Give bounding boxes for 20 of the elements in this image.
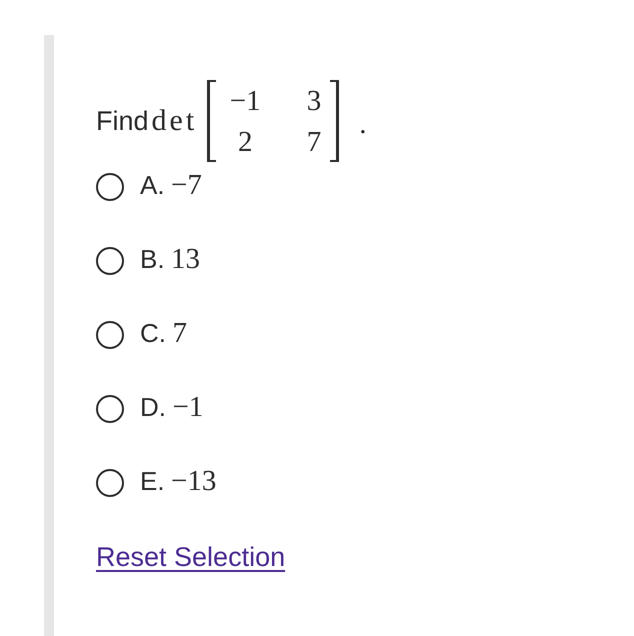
option-label: E. −13 [140, 464, 216, 498]
option-label: A. −7 [140, 168, 202, 202]
question-text: Find [96, 105, 149, 138]
matrix-entry: 3 [306, 86, 322, 116]
matrix-entry: 2 [238, 126, 252, 156]
option-label: D. −1 [140, 390, 204, 424]
option-label: B. 13 [140, 242, 200, 276]
option-label: C. 7 [140, 316, 187, 350]
sentence-period: . [359, 109, 366, 139]
radio-button[interactable] [96, 395, 124, 423]
radio-button[interactable] [96, 173, 124, 201]
radio-button[interactable] [96, 321, 124, 349]
radio-button[interactable] [96, 247, 124, 275]
left-bracket-icon [207, 80, 216, 162]
radio-button[interactable] [96, 469, 124, 497]
math-operator: det [152, 104, 198, 138]
right-bracket-icon [330, 80, 340, 162]
reset-selection-link[interactable]: Reset Selection [96, 540, 286, 574]
matrix-entry: −1 [230, 86, 261, 116]
matrix-entry: 7 [306, 126, 322, 156]
